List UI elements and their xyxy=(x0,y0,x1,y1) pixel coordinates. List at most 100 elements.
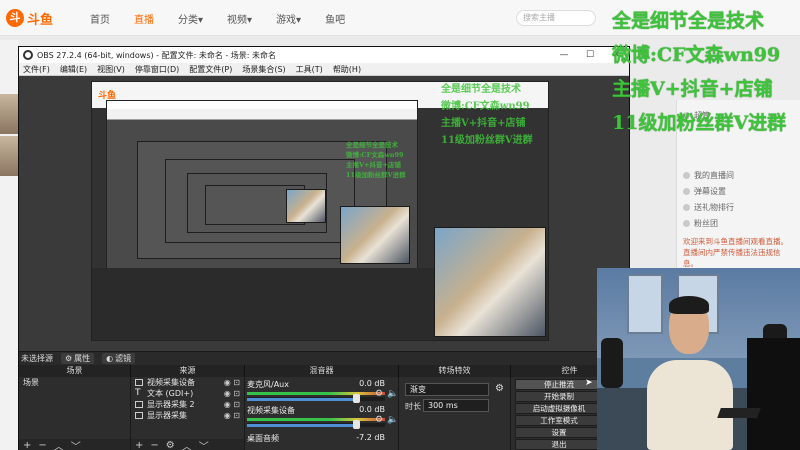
source-item[interactable]: 视频采集设备 ◉ ⊡ xyxy=(131,377,244,388)
mixer-mute-speaker-icon[interactable]: 🔈 xyxy=(387,415,398,425)
mixer-dock-title: 混音器 xyxy=(245,365,399,377)
scenes-dock-title: 场景 xyxy=(19,365,131,377)
site-logo-text: 斗鱼 xyxy=(27,12,54,28)
move-up-icon[interactable]: ︿ xyxy=(54,438,64,450)
settings-button[interactable]: 设置 xyxy=(515,427,603,438)
no-source-label: 未选择源 xyxy=(21,354,53,363)
start-recording-button[interactable]: 开始录制 xyxy=(515,391,603,402)
volume-knob[interactable] xyxy=(353,394,360,403)
chat-item[interactable]: 我的直播间 xyxy=(683,170,734,181)
eye-icon[interactable]: ◉ ⊡ xyxy=(224,399,240,410)
sources-dock-title: 来源 xyxy=(131,365,245,377)
filters-button[interactable]: ◐ 滤镜 xyxy=(102,353,136,364)
obs-titlebar: OBS 27.2.4 (64-bit, windows) - 配置文件: 未命名… xyxy=(19,47,629,63)
move-up-icon[interactable]: ︿ xyxy=(182,438,192,450)
mixer-gear-icon[interactable]: ⚙ xyxy=(375,415,383,425)
menu-profile[interactable]: 配置文件(P) xyxy=(189,64,232,75)
transitions-dock: 渐变 ⚙ 时长 300 ms xyxy=(399,377,511,450)
dot-icon xyxy=(683,220,690,227)
scenes-dock: 场景 + − ︿ ﹀ xyxy=(19,377,131,450)
menu-tools[interactable]: 工具(T) xyxy=(296,64,323,75)
properties-button[interactable]: ⚙ 属性 xyxy=(61,353,95,364)
dot-icon xyxy=(683,172,690,179)
move-down-icon[interactable]: ﹀ xyxy=(199,438,209,450)
obs-menubar: 文件(F) 编辑(E) 视图(V) 停靠窗口(D) 配置文件(P) 场景集合(S… xyxy=(19,63,629,76)
sources-dock: 视频采集设备 ◉ ⊡ T 文本 (GDI+) ◉ ⊡ 显示器采集 2 ◉ ⊡ 显示… xyxy=(131,377,245,450)
duration-input[interactable]: 300 ms xyxy=(423,399,489,412)
eye-icon[interactable]: ◉ ⊡ xyxy=(224,377,240,388)
nav-home[interactable]: 首页 xyxy=(90,11,110,26)
volume-fill xyxy=(247,424,355,427)
remove-scene-button[interactable]: − xyxy=(38,440,46,450)
nav-video[interactable]: 视频▾ xyxy=(227,11,252,26)
move-down-icon[interactable]: ﹀ xyxy=(71,438,81,450)
remove-source-button[interactable]: − xyxy=(150,440,158,450)
chat-item[interactable]: 送礼物排行 xyxy=(683,202,734,213)
webcam-keyboard xyxy=(717,408,761,418)
mixer-dock: 麦克风/Aux 0.0 dB 视频采集设备 0.0 dB 桌面音频 -7.2 dB 🔈 xyxy=(245,377,399,450)
menu-help[interactable]: 帮助(H) xyxy=(333,64,361,75)
mixer-mute-speaker-icon[interactable]: 🔈 xyxy=(387,389,398,399)
volume-slider[interactable] xyxy=(247,420,385,429)
site-nav: 首页 直播 分类▾ 视频▾ 游戏▾ 鱼吧 xyxy=(90,11,345,26)
menu-docks[interactable]: 停靠窗口(D) xyxy=(135,64,179,75)
scene-item[interactable]: 场景 xyxy=(19,377,130,388)
obs-logo-icon xyxy=(23,50,33,60)
maximize-button[interactable]: ☐ xyxy=(577,47,603,63)
mixer-gear-icon[interactable]: ⚙ xyxy=(375,389,383,399)
room-thumbnail[interactable] xyxy=(0,136,18,176)
transition-type-select[interactable]: 渐变 xyxy=(405,383,489,396)
douyu-logo-icon: 斗 xyxy=(6,9,24,27)
mixer-channel-name: 桌面音频 xyxy=(247,434,279,443)
obs-status-bar: 未选择源 ⚙ 属性 ◐ 滤镜 xyxy=(19,351,629,365)
add-source-button[interactable]: + xyxy=(135,440,143,450)
webcam-overlay xyxy=(597,268,800,450)
exit-button[interactable]: 退出 xyxy=(515,439,603,450)
nav-live[interactable]: 直播 xyxy=(134,11,154,26)
filter-icon: ◐ xyxy=(106,354,114,363)
transition-gear-icon[interactable]: ⚙ xyxy=(495,383,504,394)
minimize-button[interactable]: — xyxy=(551,47,577,63)
volume-knob[interactable] xyxy=(353,420,360,429)
audio-meter xyxy=(247,418,385,421)
preview-obs-titlebar xyxy=(107,101,417,109)
nav-category[interactable]: 分类▾ xyxy=(178,11,203,26)
mouse-cursor-icon: ➤ xyxy=(585,378,593,388)
add-scene-button[interactable]: + xyxy=(23,440,31,450)
volume-slider[interactable] xyxy=(247,394,385,403)
webcam-monitor xyxy=(747,338,800,450)
room-thumbnail[interactable] xyxy=(0,94,18,134)
stream-overlay-text-echo: 全是细节全是技术 微博:CF文森wn99 主播V+抖音+店铺 11级加粉丝群V进… xyxy=(441,84,533,146)
menu-view[interactable]: 视图(V) xyxy=(97,64,125,75)
eye-icon[interactable]: ◉ ⊡ xyxy=(224,410,240,421)
preview-webcam xyxy=(434,227,546,337)
menu-edit[interactable]: 编辑(E) xyxy=(60,64,87,75)
mixer-channel-name: 视频采集设备 xyxy=(247,406,295,415)
eye-icon[interactable]: ◉ ⊡ xyxy=(224,388,240,399)
audio-meter xyxy=(247,392,385,395)
source-item[interactable]: 显示器采集 ◉ ⊡ xyxy=(131,410,244,421)
preview-webcam xyxy=(340,206,410,264)
menu-file[interactable]: 文件(F) xyxy=(23,64,50,75)
site-search-input[interactable]: 搜索主播 xyxy=(516,10,596,26)
start-virtual-camera-button[interactable]: 启动虚拟摄像机 xyxy=(515,403,603,414)
site-logo[interactable]: 斗 斗鱼 xyxy=(6,8,64,28)
dock-row: 场景 + − ︿ ﹀ 视频采集设备 ◉ ⊡ T 文本 (GDI+) ◉ ⊡ 显示器… xyxy=(19,377,629,450)
monitor-icon xyxy=(135,401,143,408)
chat-item[interactable]: 弹幕设置 xyxy=(683,186,726,197)
transitions-dock-title: 转场特效 xyxy=(399,365,511,377)
studio-mode-button[interactable]: 工作室模式 xyxy=(515,415,603,426)
chat-item[interactable]: 粉丝团 xyxy=(683,218,718,229)
nav-fishbar[interactable]: 鱼吧 xyxy=(325,11,345,26)
nav-game[interactable]: 游戏▾ xyxy=(276,11,301,26)
source-item[interactable]: T 文本 (GDI+) ◉ ⊡ xyxy=(131,388,244,399)
monitor-icon xyxy=(135,412,143,419)
preview-webcam xyxy=(286,189,326,223)
menu-scene-collection[interactable]: 场景集合(S) xyxy=(242,64,285,75)
text-icon: T xyxy=(135,388,141,398)
obs-title-text: OBS 27.2.4 (64-bit, windows) - 配置文件: 未命名… xyxy=(37,50,277,60)
source-item[interactable]: 显示器采集 2 ◉ ⊡ xyxy=(131,399,244,410)
gear-icon: ⚙ xyxy=(65,354,73,363)
source-settings-gear-icon[interactable]: ⚙ xyxy=(166,440,175,450)
camera-icon xyxy=(135,379,143,386)
